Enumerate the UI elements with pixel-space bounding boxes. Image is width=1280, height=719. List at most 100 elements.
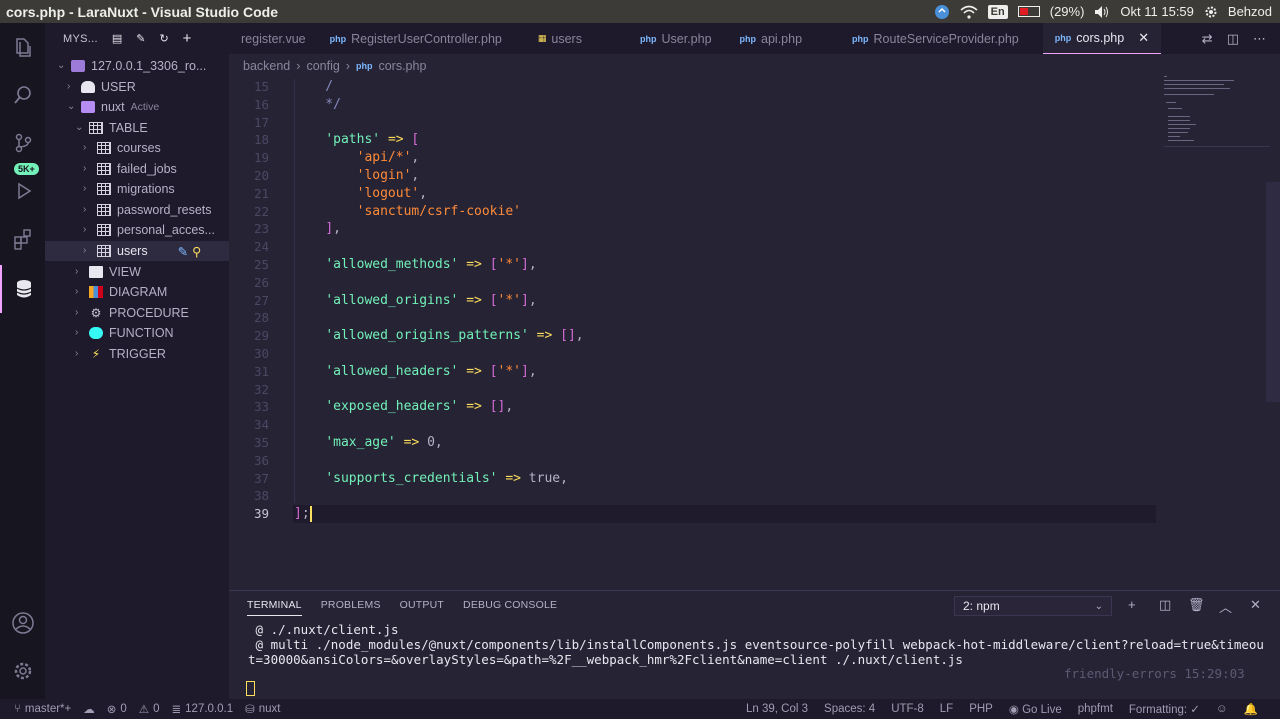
add-connection-icon[interactable]: +: [183, 30, 192, 47]
minimap[interactable]: [1160, 72, 1270, 152]
code-line[interactable]: 20 'login',: [229, 167, 1280, 185]
tree-node-trigger[interactable]: › ⚡ TRIGGER: [45, 344, 229, 364]
tab-api-php[interactable]: php api.php: [724, 23, 815, 54]
user-name[interactable]: Behzod: [1228, 4, 1272, 19]
code-line[interactable]: 24: [229, 238, 1280, 256]
new-terminal-icon[interactable]: +: [1128, 597, 1136, 612]
tree-node-view[interactable]: › VIEW: [45, 262, 229, 282]
db-host[interactable]: 127.0.0.1: [185, 703, 233, 715]
search-table-icon[interactable]: ⚲: [192, 244, 201, 259]
refresh-icon[interactable]: ↻: [159, 32, 168, 45]
encoding[interactable]: UTF-8: [891, 703, 924, 715]
feedback-icon[interactable]: ☺: [1216, 703, 1228, 715]
code-line[interactable]: 32: [229, 381, 1280, 399]
tab-users-table[interactable]: ▦ users: [514, 23, 594, 54]
end-of-line[interactable]: LF: [940, 703, 953, 715]
update-icon[interactable]: [934, 4, 950, 20]
code-line[interactable]: 38: [229, 487, 1280, 505]
tree-node-diagram[interactable]: › DIAGRAM: [45, 282, 229, 302]
edit-icon[interactable]: ✎: [136, 32, 145, 45]
code-line[interactable]: 34: [229, 416, 1280, 434]
code-line[interactable]: 30: [229, 345, 1280, 363]
database-icon[interactable]: [0, 265, 45, 313]
tree-node-personal-access[interactable]: › personal_acces...: [45, 220, 229, 240]
trash-icon[interactable]: 🗑: [1188, 597, 1205, 613]
breadcrumb-backend[interactable]: backend: [243, 59, 290, 73]
indentation[interactable]: Spaces: 4: [824, 703, 875, 715]
terminal-cursor[interactable]: [246, 681, 255, 696]
volume-icon[interactable]: [1094, 5, 1110, 19]
close-panel-icon[interactable]: ✕: [1250, 597, 1261, 613]
tab-output[interactable]: OUTPUT: [400, 599, 444, 616]
split-editor-icon[interactable]: ◫: [1227, 31, 1239, 47]
tab-debug-console[interactable]: DEBUG CONSOLE: [463, 599, 557, 616]
code-line[interactable]: 39];: [229, 505, 1280, 524]
go-live-button[interactable]: ◉ Go Live: [1009, 702, 1062, 716]
code-line[interactable]: 21 'logout',: [229, 185, 1280, 203]
account-icon[interactable]: [0, 599, 45, 647]
notifications-icon[interactable]: 🔔: [1244, 702, 1258, 716]
code-line[interactable]: 33 'exposed_headers' => [],: [229, 398, 1280, 416]
code-line[interactable]: 17: [229, 114, 1280, 132]
code-line[interactable]: 22 'sanctum/csrf-cookie': [229, 203, 1280, 221]
close-icon[interactable]: ✕: [1138, 30, 1149, 46]
code-line[interactable]: 37 'supports_credentials' => true,: [229, 470, 1280, 488]
tab-register-user-controller[interactable]: php RegisterUserController.php: [318, 23, 514, 54]
search-icon[interactable]: [0, 71, 45, 119]
breadcrumb-config[interactable]: config: [306, 59, 339, 73]
editor-scrollbar[interactable]: [1266, 182, 1280, 402]
wifi-icon[interactable]: [960, 5, 978, 19]
maximize-panel-icon[interactable]: ︿: [1219, 597, 1232, 616]
code-line[interactable]: 18 'paths' => [: [229, 131, 1280, 149]
run-debug-icon[interactable]: [0, 167, 45, 215]
tab-problems[interactable]: PROBLEMS: [321, 599, 381, 616]
tab-route-service-provider[interactable]: php RouteServiceProvider.php: [814, 23, 1031, 54]
code-line[interactable]: 27 'allowed_origins' => ['*'],: [229, 292, 1280, 310]
source-control-icon[interactable]: [0, 119, 45, 167]
error-count[interactable]: 0: [120, 703, 126, 715]
code-line[interactable]: 31 'allowed_headers' => ['*'],: [229, 363, 1280, 381]
terminal-select[interactable]: 2: npm ⌄: [954, 596, 1112, 616]
tab-terminal[interactable]: TERMINAL: [247, 599, 302, 616]
breadcrumb-file[interactable]: cors.php: [378, 59, 426, 73]
edit-table-icon[interactable]: ✎: [178, 244, 188, 259]
tree-node-user[interactable]: › USER: [45, 77, 229, 97]
code-line[interactable]: 16 */: [229, 96, 1280, 114]
tab-cors-php[interactable]: php cors.php ✕: [1042, 23, 1162, 54]
code-line[interactable]: 36: [229, 452, 1280, 470]
cursor-position[interactable]: Ln 39, Col 3: [746, 703, 808, 715]
settings-gear-icon[interactable]: [0, 647, 45, 695]
new-query-icon[interactable]: ▤: [112, 32, 122, 45]
code-line[interactable]: 28: [229, 309, 1280, 327]
explorer-icon[interactable]: [0, 23, 45, 71]
clock[interactable]: Okt 11 15:59: [1120, 4, 1193, 19]
code-line[interactable]: 23 ],: [229, 220, 1280, 238]
tree-node-nuxt[interactable]: ⌄ nuxt Active: [45, 97, 229, 117]
code-line[interactable]: 15 /: [229, 78, 1280, 96]
code-line[interactable]: 29 'allowed_origins_patterns' => [],: [229, 327, 1280, 345]
formatting-status[interactable]: Formatting: ✓: [1129, 702, 1200, 716]
keyboard-layout-indicator[interactable]: En: [987, 4, 1008, 19]
db-name[interactable]: nuxt: [259, 703, 281, 715]
tree-node-password-resets[interactable]: › password_resets: [45, 200, 229, 220]
tree-node-table[interactable]: ⌄ TABLE: [45, 118, 229, 138]
tree-node-courses[interactable]: › courses: [45, 138, 229, 158]
tree-node-migrations[interactable]: › migrations: [45, 179, 229, 199]
gear-icon[interactable]: [1204, 5, 1218, 19]
compare-icon[interactable]: ⇄: [1202, 31, 1213, 47]
more-actions-icon[interactable]: ⋯: [1253, 31, 1266, 47]
code-line[interactable]: 26: [229, 274, 1280, 292]
tree-node-failed-jobs[interactable]: › failed_jobs: [45, 159, 229, 179]
tree-node-function[interactable]: › FUNCTION: [45, 323, 229, 343]
tree-node-procedure[interactable]: › ⚙ PROCEDURE: [45, 303, 229, 323]
split-terminal-icon[interactable]: ◫: [1159, 597, 1171, 613]
tab-user-php[interactable]: php User.php: [594, 23, 724, 54]
connection-node[interactable]: ⌄ 127.0.0.1_3306_ro...: [45, 56, 229, 76]
sync-icon[interactable]: ☁: [83, 702, 95, 716]
language-mode[interactable]: PHP: [969, 703, 993, 715]
code-line[interactable]: 35 'max_age' => 0,: [229, 434, 1280, 452]
code-line[interactable]: 25 'allowed_methods' => ['*'],: [229, 256, 1280, 274]
tree-node-users[interactable]: › users ✎ ⚲: [45, 241, 229, 261]
battery-icon[interactable]: [1017, 6, 1040, 17]
code-editor[interactable]: 15 /16 */17 18 'paths' => [19 'api/*', 20 …: [229, 78, 1280, 590]
